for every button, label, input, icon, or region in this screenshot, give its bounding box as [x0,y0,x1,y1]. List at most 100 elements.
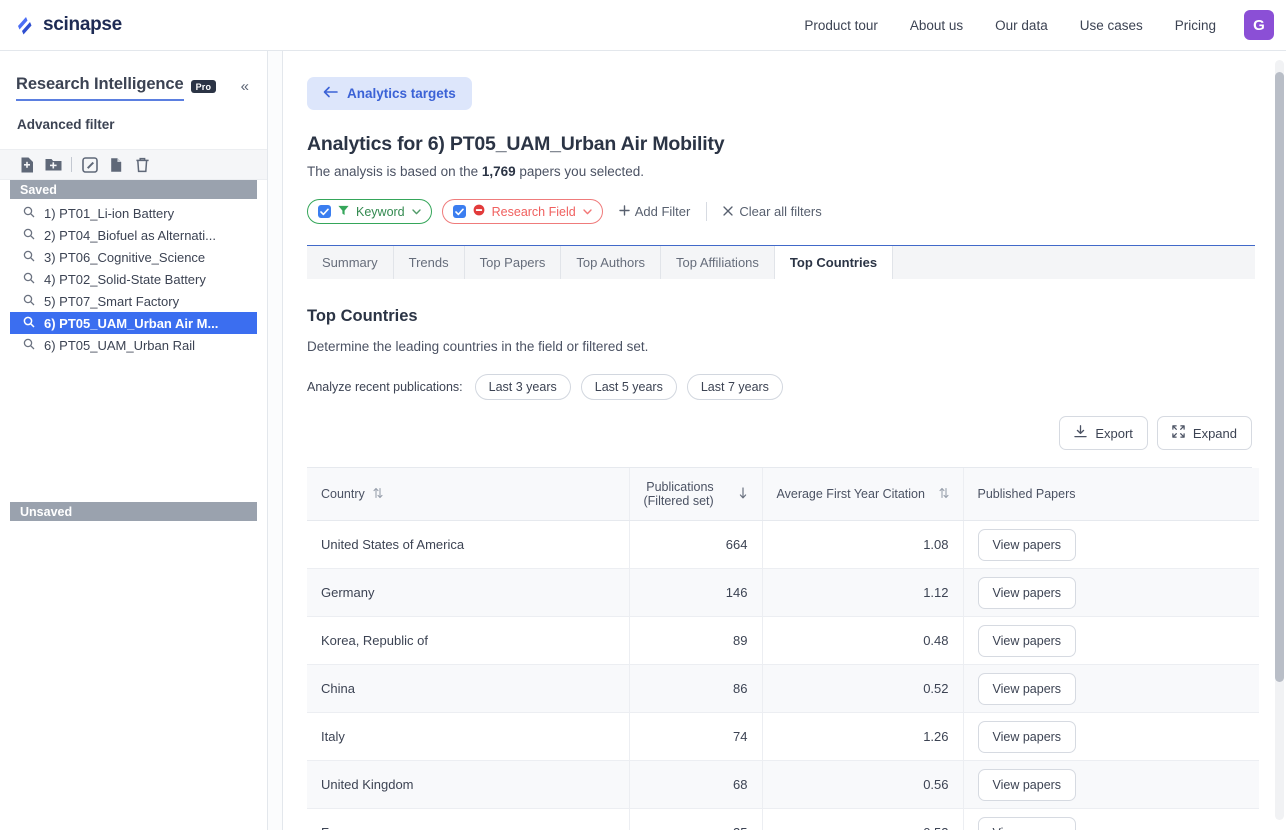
cell-country: United States of America [307,521,629,569]
view-papers-button[interactable]: View papers [978,769,1077,801]
paper-count: 1,769 [482,164,516,179]
sidebar-item-pt01[interactable]: 1) PT01_Li-ion Battery [10,202,257,224]
column-label-published-papers: Published Papers [978,487,1076,501]
cell-publications: 664 [629,521,762,569]
sort-desc-icon[interactable] [738,487,748,502]
nav-link-use-cases[interactable]: Use cases [1064,10,1159,41]
view-papers-button[interactable]: View papers [978,817,1077,830]
advanced-filter-label[interactable]: Advanced filter [16,117,251,132]
table-header-row: Country [307,468,1259,521]
scinapse-logo-icon [14,14,36,36]
table-row[interactable]: China 86 0.52 View papers [307,665,1259,713]
view-papers-button[interactable]: View papers [978,577,1077,609]
tab-top-affiliations[interactable]: Top Affiliations [661,246,775,279]
chevron-down-icon[interactable] [412,207,421,217]
arrow-left-icon [323,86,338,101]
checkbox-checked-icon[interactable] [318,205,331,218]
clear-all-filters-button[interactable]: Clear all filters [723,204,821,219]
page-scrollbar-thumb[interactable] [1275,72,1284,682]
cell-publications: 89 [629,617,762,665]
table-row[interactable]: United Kingdom 68 0.56 View papers [307,761,1259,809]
add-filter-button[interactable]: Add Filter [619,204,691,219]
sidebar-item-pt06[interactable]: 3) PT06_Cognitive_Science [10,246,257,268]
new-folder-icon[interactable] [40,152,66,178]
top-navigation-bar: scinapse Product tour About us Our data … [0,0,1286,51]
sidebar-resize-handle[interactable] [268,51,283,830]
collapse-sidebar-icon[interactable]: « [239,77,251,96]
top-nav-links: Product tour About us Our data Use cases… [788,10,1286,41]
chevron-down-icon[interactable] [583,207,592,217]
tab-trends[interactable]: Trends [394,246,465,279]
sidebar-item-pt05-uam-urban-rail[interactable]: 6) PT05_UAM_Urban Rail [10,334,257,356]
filter-chip-label: Research Field [492,205,576,219]
back-to-analytics-targets-button[interactable]: Analytics targets [307,77,472,110]
cell-country: United Kingdom [307,761,629,809]
sidebar-header: Research Intelligence Pro « Advanced fil… [0,51,267,132]
sidebar-item-pt05-uam-urban-air-mobility[interactable]: 6) PT05_UAM_Urban Air M... [10,312,257,334]
view-papers-button[interactable]: View papers [978,529,1077,561]
view-papers-button[interactable]: View papers [978,721,1077,753]
expand-button[interactable]: Expand [1157,416,1252,450]
search-icon [23,206,35,221]
filter-chips-row: Keyword Research Field [307,199,1278,224]
export-button[interactable]: Export [1059,416,1148,450]
sidebar-item-label: 6) PT05_UAM_Urban Air M... [44,316,218,331]
tab-summary[interactable]: Summary [307,246,394,279]
main-content: Analytics targets Analytics for 6) PT05_… [284,51,1278,830]
sidebar-item-pt02[interactable]: 4) PT02_Solid-State Battery [10,268,257,290]
toolbar-divider [71,157,72,172]
sort-both-icon[interactable] [939,487,949,502]
tab-top-papers[interactable]: Top Papers [465,246,562,279]
nav-link-pricing[interactable]: Pricing [1159,10,1232,41]
view-papers-button[interactable]: View papers [978,673,1077,705]
cell-country: Italy [307,713,629,761]
tab-top-countries[interactable]: Top Countries [775,246,893,279]
page-scrollbar-track[interactable] [1275,60,1284,820]
brand-logo-link[interactable]: scinapse [14,14,122,36]
sidebar-item-pt04[interactable]: 2) PT04_Biofuel as Alternati... [10,224,257,246]
nav-link-product-tour[interactable]: Product tour [788,10,894,41]
checkbox-checked-icon[interactable] [453,205,466,218]
sidebar-item-pt07[interactable]: 5) PT07_Smart Factory [10,290,257,312]
table-row[interactable]: Italy 74 1.26 View papers [307,713,1259,761]
table-body: United States of America 664 1.08 View p… [307,521,1259,830]
cell-publications: 86 [629,665,762,713]
filter-chip-research-field[interactable]: Research Field [442,199,603,224]
block-icon [473,204,485,219]
table-row[interactable]: Korea, Republic of 89 0.48 View papers [307,617,1259,665]
table-row[interactable]: Germany 146 1.12 View papers [307,569,1259,617]
sidebar-item-label: 5) PT07_Smart Factory [44,294,179,309]
filter-chip-label: Keyword [356,205,405,219]
nav-link-our-data[interactable]: Our data [979,10,1064,41]
cell-published-papers: View papers [963,665,1259,713]
table-row[interactable]: France 25 0.52 View papers [307,809,1259,830]
top-countries-table-wrap: Country [307,467,1252,830]
cell-published-papers: View papers [963,569,1259,617]
cell-published-papers: View papers [963,713,1259,761]
nav-link-about-us[interactable]: About us [894,10,979,41]
tab-top-authors[interactable]: Top Authors [561,246,661,279]
table-row[interactable]: United States of America 664 1.08 View p… [307,521,1259,569]
new-file-icon[interactable] [14,152,40,178]
range-last-3-years-button[interactable]: Last 3 years [475,374,571,400]
filter-chip-keyword[interactable]: Keyword [307,199,432,224]
filter-row-divider [706,202,707,221]
cell-avg-first-year-citation: 1.26 [762,713,963,761]
column-header-publications[interactable]: Publications (Filtered set) [629,468,762,521]
sort-both-icon[interactable] [373,487,383,502]
range-last-5-years-button[interactable]: Last 5 years [581,374,677,400]
view-papers-button[interactable]: View papers [978,625,1077,657]
close-icon [723,204,733,219]
cell-avg-first-year-citation: 1.08 [762,521,963,569]
cell-avg-first-year-citation: 1.12 [762,569,963,617]
copy-icon[interactable] [103,152,129,178]
user-avatar[interactable]: G [1244,10,1274,40]
column-label-publications: Publications (Filtered set) [644,480,714,508]
edit-icon[interactable] [77,152,103,178]
section-title: Top Countries [307,307,1278,326]
range-last-7-years-button[interactable]: Last 7 years [687,374,783,400]
sidebar-item-label: 4) PT02_Solid-State Battery [44,272,206,287]
column-header-avg-first-year-citation[interactable]: Average First Year Citation [762,468,963,521]
column-header-country[interactable]: Country [307,468,629,521]
delete-icon[interactable] [129,152,155,178]
